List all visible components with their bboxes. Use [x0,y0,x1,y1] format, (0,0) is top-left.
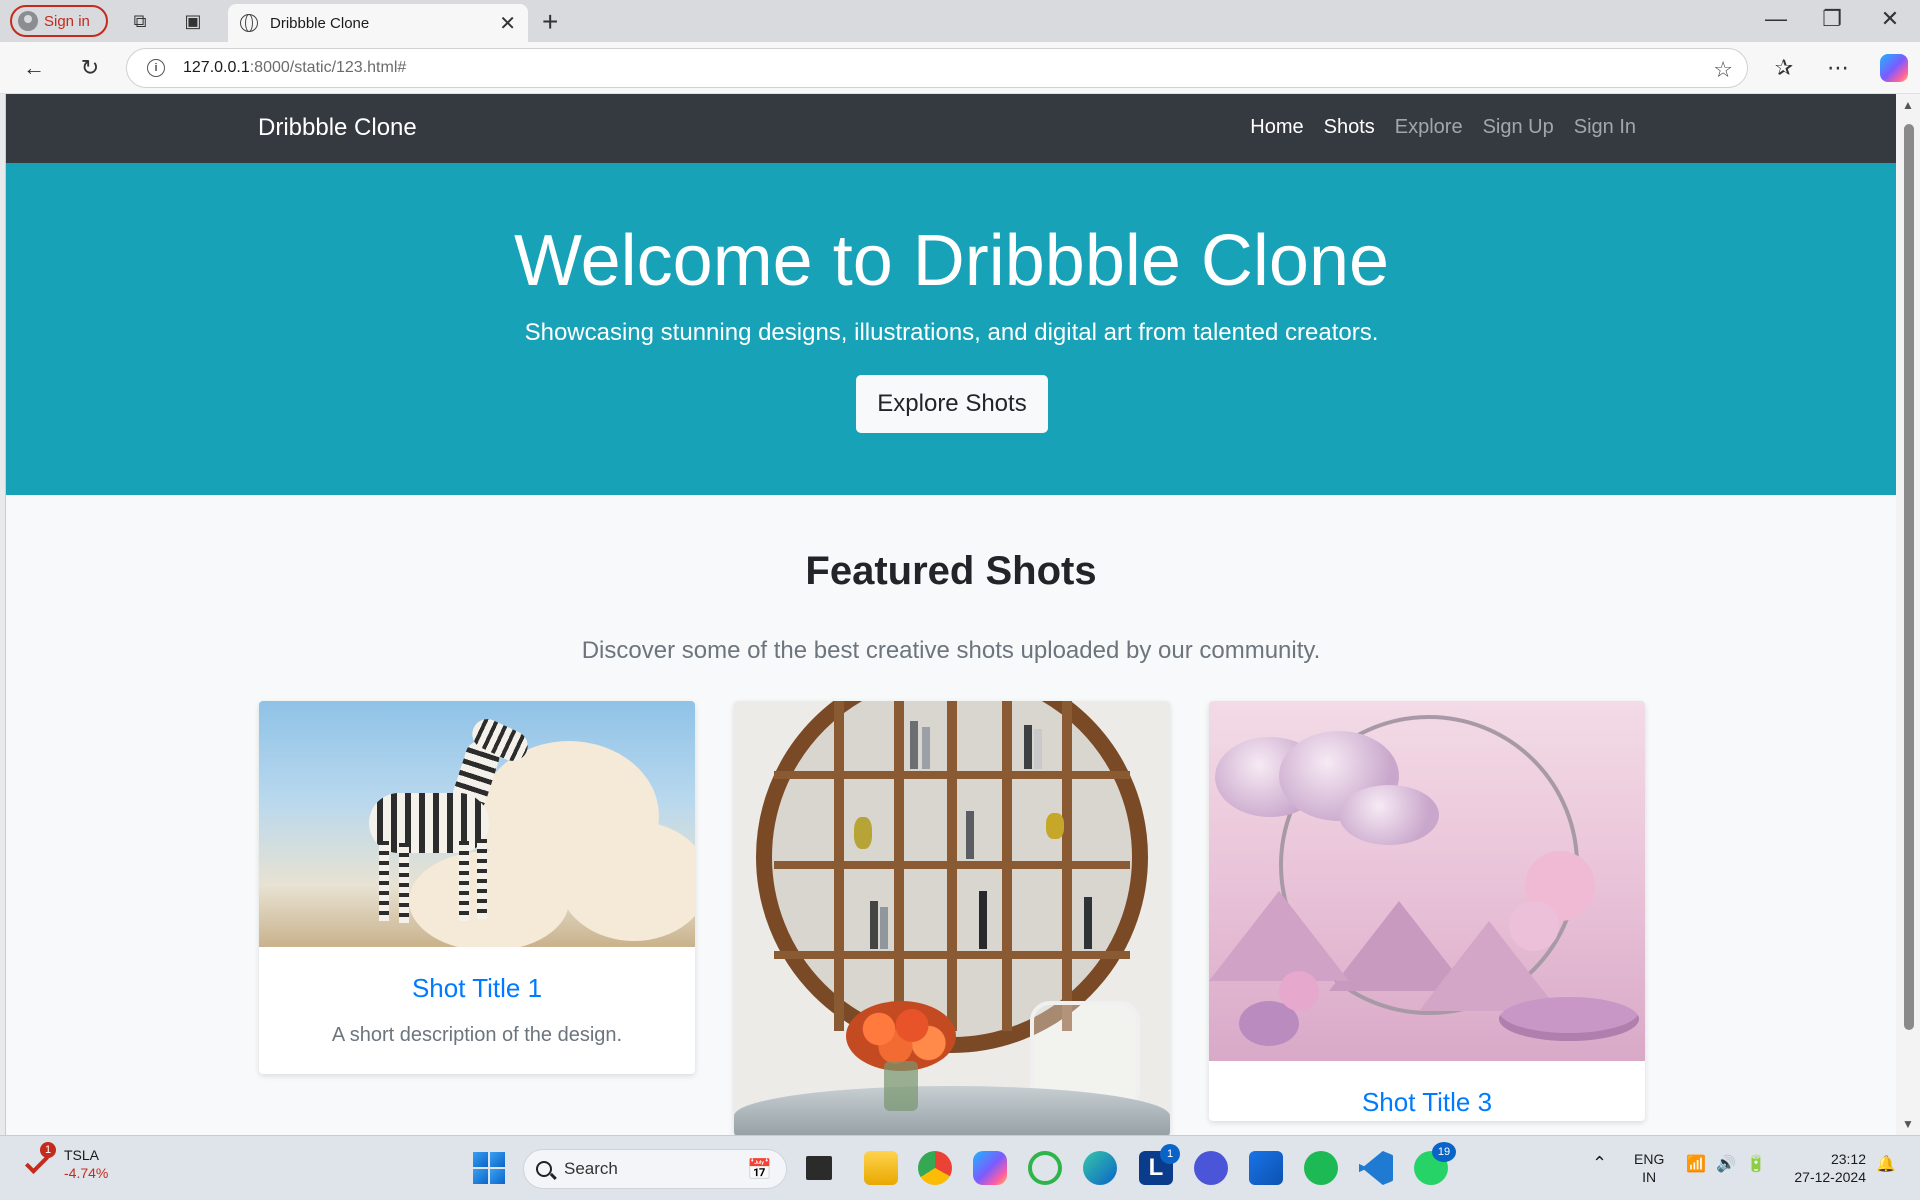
wifi-icon[interactable]: 📶 [1686,1156,1706,1174]
show-hidden-icons[interactable]: ⌃ [1592,1154,1607,1172]
clock[interactable]: 23:12 27-12-2024 [1786,1150,1866,1186]
search-icon [536,1161,552,1177]
shot-card-2[interactable] [734,701,1170,1135]
scrollbar-thumb[interactable] [1904,124,1914,1030]
signin-label: Sign in [44,12,90,30]
copilot-icon[interactable] [1880,54,1908,82]
tab-actions-icon[interactable]: ▣ [181,9,205,33]
nav-signin[interactable]: Sign In [1574,116,1636,139]
language-indicator[interactable]: ENG IN [1634,1150,1664,1186]
browser-signin-button[interactable]: Sign in [10,5,108,37]
card-title[interactable]: Shot Title 3 [1209,1087,1645,1118]
nav-signup[interactable]: Sign Up [1483,116,1554,139]
close-window-button[interactable]: ✕ [1870,6,1910,32]
l-app-badge: 1 [1160,1144,1180,1164]
bookshelf-image [734,701,1170,1135]
new-tab-button[interactable]: + [542,6,558,38]
active-tab[interactable]: Dribbble Clone ✕ [228,4,528,42]
shot-card-1[interactable]: Shot Title 1 A short description of the … [259,701,695,1074]
shot-card-3[interactable]: Shot Title 3 [1209,701,1645,1121]
stock-widget[interactable]: 1 TSLA -4.74% [24,1142,109,1182]
minimize-button[interactable]: — [1756,6,1796,32]
address-bar[interactable]: i 127.0.0.1 :8000/static/123.html# ☆ [126,48,1748,88]
stock-down-icon: 1 [24,1142,56,1176]
edge-icon[interactable] [1083,1151,1117,1185]
search-placeholder: Search [564,1159,618,1178]
more-menu-icon[interactable]: ⋯ [1824,54,1852,82]
chrome-icon[interactable] [918,1151,952,1185]
globe-icon [240,14,258,32]
favorite-star-icon[interactable]: ☆ [1713,57,1733,83]
scroll-down-icon[interactable]: ▼ [1902,1117,1914,1131]
back-button[interactable]: ← [20,54,48,82]
a-app-icon[interactable] [1194,1151,1228,1185]
hero-subtitle: Showcasing stunning designs, illustratio… [524,319,1379,346]
url-path: :8000/static/123.html# [249,59,407,76]
close-tab-icon[interactable]: ✕ [499,11,516,36]
nav-home[interactable]: Home [1250,116,1303,139]
stock-change: -4.74% [64,1165,109,1181]
site-brand[interactable]: Dribbble Clone [258,114,417,142]
hero-section: Welcome to Dribbble Clone Showcasing stu… [6,163,1896,495]
windows-taskbar: 1 TSLA -4.74% Search 📅 L 1 19 ⌃ ENG IN 📶… [0,1135,1920,1200]
clock-time: 23:12 [1830,1151,1866,1167]
card-title[interactable]: Shot Title 1 [259,973,695,1004]
nav-explore[interactable]: Explore [1395,116,1463,139]
explore-shots-button[interactable]: Explore Shots [856,375,1048,433]
card-description: A short description of the design. [331,1024,623,1046]
page-viewport: Dribbble Clone Home Shots Explore Sign U… [5,94,1896,1135]
browser-toolbar: ← ↻ i 127.0.0.1 :8000/static/123.html# ☆… [0,42,1920,94]
task-view-icon[interactable] [806,1156,832,1180]
url-host: 127.0.0.1 [183,59,250,76]
workspaces-icon[interactable]: ⧉ [128,9,152,33]
taskbar-search[interactable]: Search 📅 [523,1149,787,1189]
featured-title: Featured Shots [805,549,1097,593]
refresh-app-icon[interactable] [1028,1151,1062,1185]
nav-links: Home Shots Explore Sign Up Sign In [1250,116,1636,139]
zebra-image [259,701,695,947]
start-button[interactable] [473,1152,505,1184]
vscode-icon[interactable] [1359,1151,1393,1185]
battery-icon[interactable]: 🔋 [1746,1156,1766,1174]
page-scrollbar[interactable]: ▲ ▼ [1896,94,1920,1135]
lang-line2: IN [1642,1169,1657,1185]
lang-line1: ENG [1634,1151,1665,1167]
spotify-icon[interactable] [1304,1151,1338,1185]
site-info-icon[interactable]: i [147,59,165,77]
reload-button[interactable]: ↻ [76,54,104,82]
site-navbar: Dribbble Clone Home Shots Explore Sign U… [6,94,1896,163]
file-explorer-icon[interactable] [864,1151,898,1185]
notification-bell-icon[interactable]: 🔔 [1876,1156,1896,1174]
stock-badge: 1 [40,1142,56,1158]
favorites-icon[interactable]: ✰ [1770,54,1798,82]
search-highlight-icon: 📅 [747,1158,772,1181]
volume-icon[interactable]: 🔊 [1716,1156,1736,1174]
copilot-app-icon[interactable] [973,1151,1007,1185]
featured-subtitle: Discover some of the best creative shots… [581,637,1321,664]
browser-titlebar: Sign in ⧉ ▣ Dribbble Clone ✕ + — ❐ ✕ [0,0,1920,42]
profile-icon [18,11,38,31]
pink-fantasy-image [1209,701,1645,1061]
clock-date: 27-12-2024 [1794,1169,1866,1185]
hero-title: Welcome to Dribbble Clone [513,221,1390,301]
tab-title: Dribbble Clone [270,14,370,32]
store-icon[interactable] [1249,1151,1283,1185]
restore-button[interactable]: ❐ [1812,6,1852,32]
stock-symbol: TSLA [64,1147,100,1163]
nav-shots[interactable]: Shots [1324,116,1375,139]
whatsapp-badge: 19 [1432,1142,1456,1162]
scroll-up-icon[interactable]: ▲ [1902,98,1914,112]
